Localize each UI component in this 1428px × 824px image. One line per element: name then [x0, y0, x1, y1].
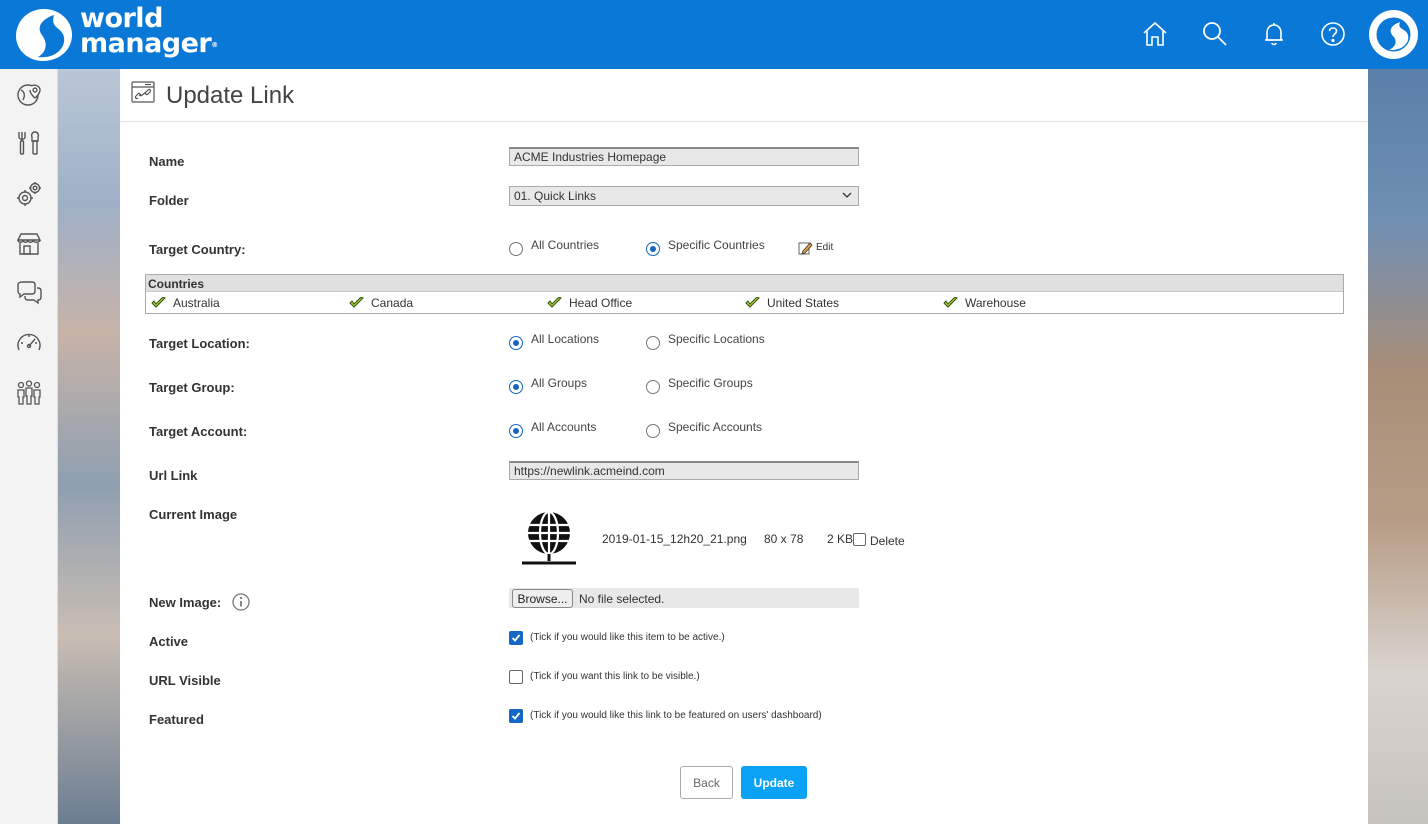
info-icon[interactable] — [232, 593, 250, 611]
url-link-input[interactable]: https://newlink.acmeind.com — [509, 461, 859, 480]
home-icon[interactable] — [1141, 20, 1169, 48]
countries-table: Countries Australia Canada Head Office U… — [145, 274, 1344, 314]
active-checkbox[interactable] — [509, 631, 523, 645]
edit-label: Edit — [816, 242, 834, 253]
globe-pin-icon[interactable] — [15, 80, 43, 108]
browse-button[interactable]: Browse... — [512, 589, 573, 608]
file-status: No file selected. — [579, 592, 665, 606]
search-icon[interactable] — [1201, 20, 1229, 48]
edit-pencil-icon — [798, 242, 813, 255]
checkmark-icon — [547, 297, 562, 308]
speedometer-icon[interactable] — [15, 329, 43, 357]
new-image-file-input: Browse... No file selected. — [509, 588, 859, 608]
background-photo-right — [1368, 69, 1428, 824]
folder-select-value: 01. Quick Links — [514, 189, 597, 203]
url-visible-checkbox[interactable] — [509, 670, 523, 684]
url-visible-hint: (Tick if you want this link to be visibl… — [530, 671, 700, 682]
country-name: Australia — [173, 296, 220, 310]
chat-icon[interactable] — [15, 279, 43, 307]
country-name: Canada — [371, 296, 414, 310]
target-account-label: Target Account: — [149, 424, 248, 439]
delete-image-label[interactable]: Delete — [870, 534, 905, 548]
target-group-label: Target Group: — [149, 380, 235, 395]
url-link-label: Url Link — [149, 468, 198, 483]
help-icon[interactable] — [1319, 20, 1347, 48]
country-name: Head Office — [569, 296, 633, 310]
radio-specific-accounts-label[interactable]: Specific Accounts — [668, 420, 762, 434]
radio-all-countries-label[interactable]: All Countries — [531, 238, 599, 252]
featured-label: Featured — [149, 712, 204, 727]
page-header: Update Link — [120, 69, 1368, 122]
radio-all-groups-label[interactable]: All Groups — [531, 376, 587, 390]
top-header: world manager® — [0, 0, 1428, 69]
active-hint: (Tick if you would like this item to be … — [530, 632, 725, 643]
check-icon — [511, 712, 521, 720]
new-image-label: New Image: — [149, 595, 222, 610]
page-title: Update Link — [166, 82, 295, 109]
radio-specific-locations-label[interactable]: Specific Locations — [668, 332, 765, 346]
settings-icon[interactable] — [15, 180, 43, 208]
chevron-down-icon — [842, 192, 852, 198]
folder-label: Folder — [149, 193, 189, 208]
radio-all-locations[interactable] — [509, 336, 523, 350]
url-visible-label: URL Visible — [149, 673, 221, 688]
globe-icon — [522, 510, 576, 565]
name-label: Name — [149, 154, 185, 169]
back-button[interactable]: Back — [680, 766, 733, 799]
radio-all-countries[interactable] — [509, 242, 523, 256]
radio-all-accounts[interactable] — [509, 424, 523, 438]
trademark: ® — [211, 41, 218, 49]
featured-checkbox[interactable] — [509, 709, 523, 723]
active-label: Active — [149, 634, 189, 649]
checkmark-icon — [151, 297, 166, 308]
current-image-filename: 2019-01-15_12h20_21.png — [602, 532, 747, 546]
featured-hint: (Tick if you would like this link to be … — [530, 710, 822, 721]
main-panel: Update Link Name ACME Industries Homepag… — [120, 69, 1368, 824]
store-icon[interactable] — [15, 230, 43, 258]
link-page-icon — [131, 81, 155, 103]
bell-icon[interactable] — [1260, 20, 1288, 48]
target-location-label: Target Location: — [149, 336, 250, 351]
brand-name[interactable]: world manager® — [80, 5, 218, 59]
radio-specific-locations[interactable] — [646, 336, 660, 350]
current-image-label: Current Image — [149, 507, 238, 522]
radio-specific-countries-label[interactable]: Specific Countries — [668, 238, 765, 252]
checkmark-icon — [943, 297, 958, 308]
country-name: United States — [767, 296, 840, 310]
background-photo-left — [58, 69, 120, 824]
user-avatar[interactable] — [1369, 10, 1418, 59]
checkmark-icon — [349, 297, 364, 308]
radio-specific-accounts[interactable] — [646, 424, 660, 438]
radio-all-locations-label[interactable]: All Locations — [531, 332, 599, 346]
name-input[interactable]: ACME Industries Homepage — [509, 147, 859, 166]
country-name: Warehouse — [965, 296, 1026, 310]
tools-icon[interactable] — [15, 129, 43, 157]
checkmark-icon — [745, 297, 760, 308]
countries-header: Countries — [146, 275, 1343, 292]
target-country-label: Target Country: — [149, 242, 246, 257]
current-image-size: 2 KB — [827, 532, 854, 546]
check-icon — [511, 634, 521, 642]
people-icon[interactable] — [15, 379, 43, 407]
avatar-logo-icon — [1376, 17, 1411, 52]
radio-specific-groups-label[interactable]: Specific Groups — [668, 376, 753, 390]
update-button[interactable]: Update — [741, 766, 807, 799]
folder-select[interactable]: 01. Quick Links — [509, 186, 859, 206]
radio-all-accounts-label[interactable]: All Accounts — [531, 420, 596, 434]
current-image-dimensions: 80 x 78 — [764, 532, 804, 546]
radio-specific-countries[interactable] — [646, 242, 660, 256]
sidebar — [0, 69, 58, 824]
radio-specific-groups[interactable] — [646, 380, 660, 394]
delete-image-checkbox[interactable] — [853, 533, 866, 546]
world-manager-logo-icon[interactable] — [14, 7, 74, 63]
brand-name-line2: manager — [80, 28, 212, 59]
radio-all-groups[interactable] — [509, 380, 523, 394]
